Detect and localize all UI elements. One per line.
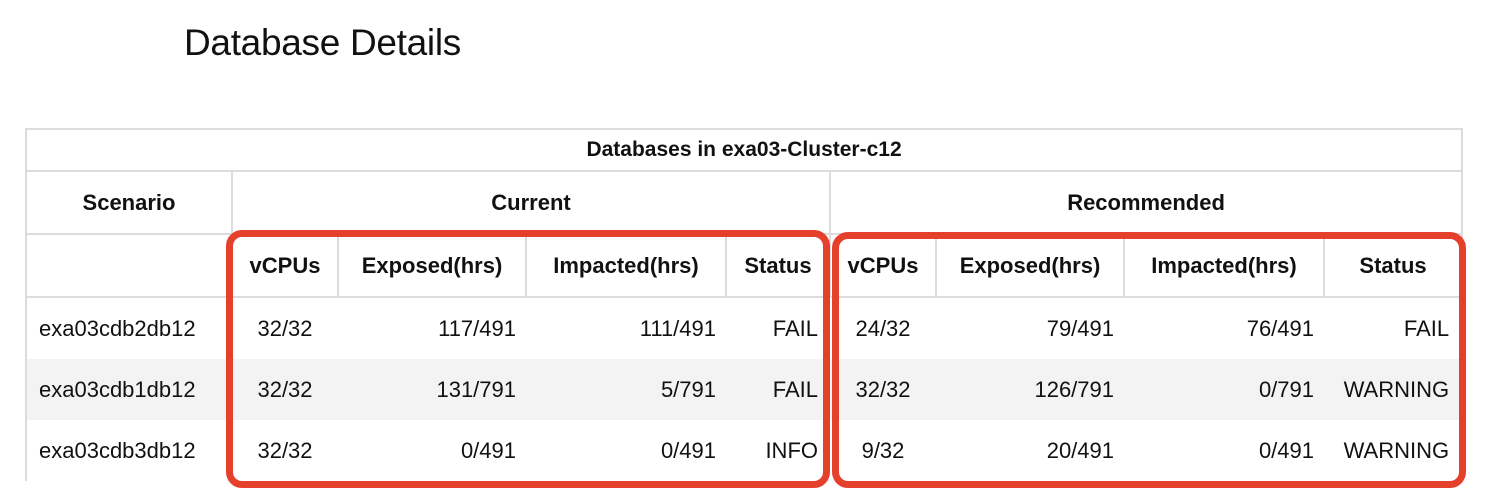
scenario-cell: exa03cdb3db12 — [39, 437, 196, 463]
column-header-recommended-status: Status — [1322, 233, 1464, 298]
table-caption: Databases in exa03-Cluster-c12 — [24, 128, 1464, 172]
recommended-impacted-cell: 76/491 — [1246, 315, 1314, 341]
recommended-status-cell: FAIL — [1403, 315, 1450, 341]
recommended-impacted-cell: 0/491 — [1258, 437, 1314, 463]
recommended-impacted-cell: 0/791 — [1124, 359, 1324, 420]
current-status-cell: FAIL — [772, 315, 818, 341]
column-header-recommended-vcpus: vCPUs — [829, 233, 937, 298]
recommended-exposed-cell: 126/791 — [936, 359, 1124, 420]
recommended-status-cell: WARNING — [1343, 437, 1450, 463]
recommended-vcpus-cell: 9/32 — [861, 437, 905, 463]
column-header-current-exposed: Exposed(hrs) — [337, 233, 527, 298]
recommended-exposed-cell: 20/491 — [1046, 437, 1114, 463]
page-title: Database Details — [184, 22, 461, 63]
column-header-recommended-impacted: Impacted(hrs) — [1123, 233, 1325, 298]
current-exposed-cell: 117/491 — [438, 315, 516, 341]
recommended-status-cell: WARNING — [1324, 359, 1463, 420]
current-impacted-cell: 5/791 — [526, 359, 726, 420]
current-status-cell: INFO — [765, 437, 818, 463]
current-impacted-cell: 0/491 — [660, 437, 716, 463]
group-header-current: Current — [231, 170, 831, 235]
column-header-current-vcpus: vCPUs — [231, 233, 339, 298]
current-vcpus-cell: 32/32 — [257, 315, 313, 341]
recommended-vcpus-cell: 32/32 — [830, 359, 936, 420]
column-header-recommended-exposed: Exposed(hrs) — [935, 233, 1125, 298]
table-row: exa03cdb1db12 32/32 131/791 5/791 FAIL 3… — [26, 359, 1463, 420]
scenario-cell: exa03cdb1db12 — [26, 359, 232, 420]
group-header-recommended: Recommended — [828, 170, 1464, 235]
table-row: exa03cdb2db12 32/32 117/491 111/491 FAIL… — [26, 297, 1462, 359]
current-vcpus-cell: 32/32 — [257, 437, 313, 463]
current-status-cell: FAIL — [726, 359, 830, 420]
scenario-cell: exa03cdb2db12 — [39, 315, 196, 341]
column-header-current-impacted: Impacted(hrs) — [525, 233, 727, 298]
current-vcpus-cell: 32/32 — [232, 359, 338, 420]
recommended-exposed-cell: 79/491 — [1046, 315, 1114, 341]
databases-table: Databases in exa03-Cluster-c12 Scenario … — [24, 128, 1464, 481]
recommended-vcpus-cell: 24/32 — [855, 315, 911, 341]
scenario-header: Scenario — [25, 170, 233, 235]
current-exposed-cell: 131/791 — [338, 359, 526, 420]
empty-header-cell — [25, 233, 233, 298]
current-exposed-cell: 0/491 — [460, 437, 516, 463]
current-impacted-cell: 111/491 — [639, 315, 716, 341]
column-header-current-status: Status — [725, 233, 831, 298]
table-row: exa03cdb3db12 32/32 0/491 0/491 INFO 9/3… — [26, 420, 1462, 481]
